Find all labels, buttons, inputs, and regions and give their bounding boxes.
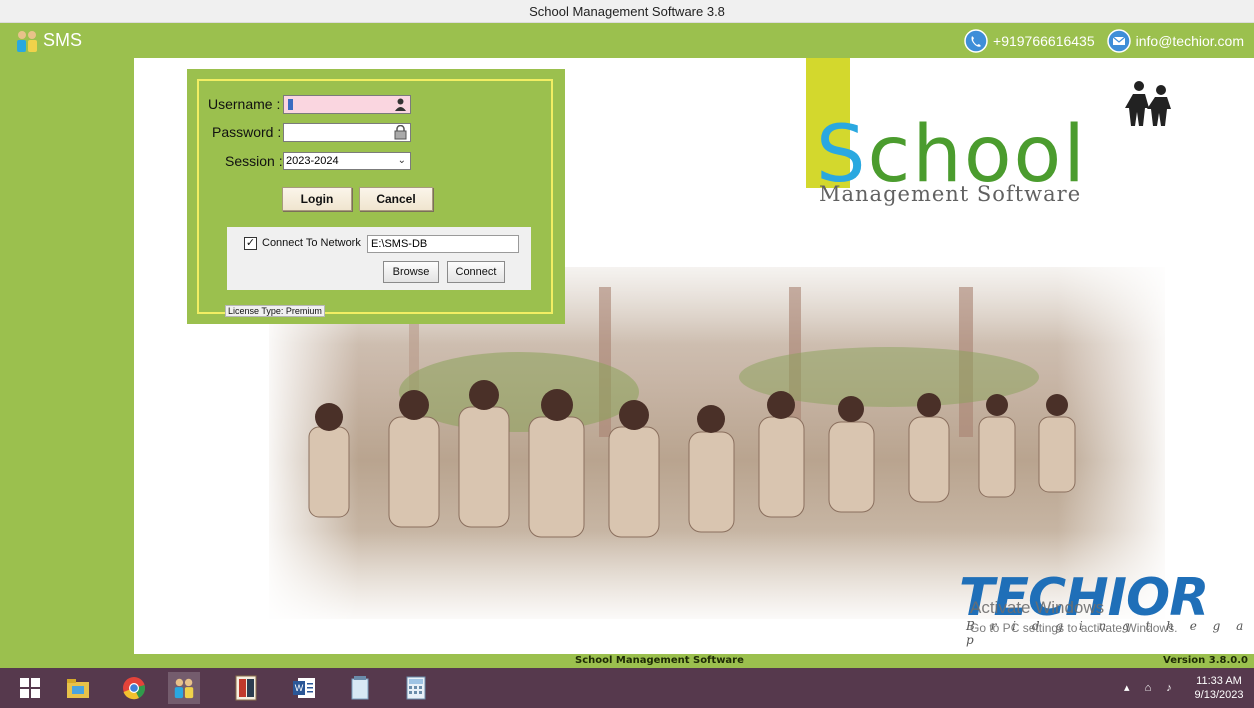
phone-number: +919766616435 xyxy=(993,33,1095,49)
activate-windows-subtitle: Go to PC settings to activate Windows. xyxy=(970,621,1178,635)
notepad-icon[interactable] xyxy=(344,672,376,704)
login-panel: Username : Password : Session : 2023-202… xyxy=(187,69,565,324)
status-version: Version 3.8.0.0 xyxy=(1163,655,1248,666)
status-app-name: School Management Software xyxy=(575,655,744,666)
clock-date: 9/13/2023 xyxy=(1194,689,1244,701)
connect-network-label: Connect To Network xyxy=(262,237,361,249)
cancel-button[interactable]: Cancel xyxy=(359,187,433,211)
text-caret xyxy=(288,99,293,110)
tray-icons[interactable]: ▴ ⌂ ♪ xyxy=(1124,681,1178,694)
password-label: Password : xyxy=(212,124,282,140)
status-bar: School Management Software Version 3.8.0… xyxy=(0,654,1254,668)
chevron-down-icon: ⌄ xyxy=(397,155,406,166)
user-icon xyxy=(395,98,406,111)
password-input[interactable] xyxy=(283,123,411,142)
word-icon[interactable]: W xyxy=(288,672,320,704)
session-select[interactable]: 2023-2024 ⌄ xyxy=(283,152,411,170)
sms-app-icon[interactable] xyxy=(168,672,200,704)
system-tray: ▴ ⌂ ♪ 11:33 AM 9/13/2023 xyxy=(1124,672,1244,704)
sms-logo-icon xyxy=(17,31,37,52)
network-path-input[interactable]: E:\SMS-DB xyxy=(367,235,519,253)
connect-network-checkbox[interactable]: ✓ xyxy=(244,237,257,250)
login-frame: Username : Password : Session : 2023-202… xyxy=(197,79,553,317)
sidebar-tab xyxy=(0,210,150,505)
clock-time: 11:33 AM xyxy=(1196,675,1242,687)
tally-erp-icon[interactable] xyxy=(230,672,262,704)
chrome-icon[interactable] xyxy=(118,672,150,704)
network-panel: ✓ Connect To Network E:\SMS-DB Browse Co… xyxy=(227,227,531,290)
app-header: SMS +919766616435 info@techior.com xyxy=(0,23,1254,58)
contact-info: +919766616435 info@techior.com xyxy=(964,29,1244,53)
svg-text:W: W xyxy=(295,683,304,693)
login-button[interactable]: Login xyxy=(282,187,352,211)
school-logo-subtitle: Management Software xyxy=(819,182,1082,206)
phone-icon xyxy=(964,29,988,53)
license-type: License Type: Premium xyxy=(225,305,325,317)
students-walking-icon xyxy=(1125,81,1171,126)
session-value: 2023-2024 xyxy=(286,155,339,167)
email-address: info@techior.com xyxy=(1135,33,1244,49)
file-explorer-icon[interactable] xyxy=(62,672,94,704)
connect-button[interactable]: Connect xyxy=(447,261,505,283)
windows-taskbar: W ▴ ⌂ ♪ 11:33 AM 9/13/2023 xyxy=(0,668,1254,708)
app-name: SMS xyxy=(43,30,83,50)
window-title: School Management Software 3.8 xyxy=(0,0,1254,23)
lock-icon xyxy=(394,125,407,140)
email-icon xyxy=(1106,29,1131,53)
calculator-icon[interactable] xyxy=(400,672,432,704)
activate-windows-title: Activate Windows xyxy=(970,598,1105,617)
browse-button[interactable]: Browse xyxy=(383,261,439,283)
session-label: Session : xyxy=(225,153,283,169)
username-input[interactable] xyxy=(283,95,411,114)
clock[interactable]: 11:33 AM 9/13/2023 xyxy=(1194,674,1244,702)
windows-start-icon[interactable] xyxy=(14,672,46,704)
username-label: Username : xyxy=(208,96,281,112)
